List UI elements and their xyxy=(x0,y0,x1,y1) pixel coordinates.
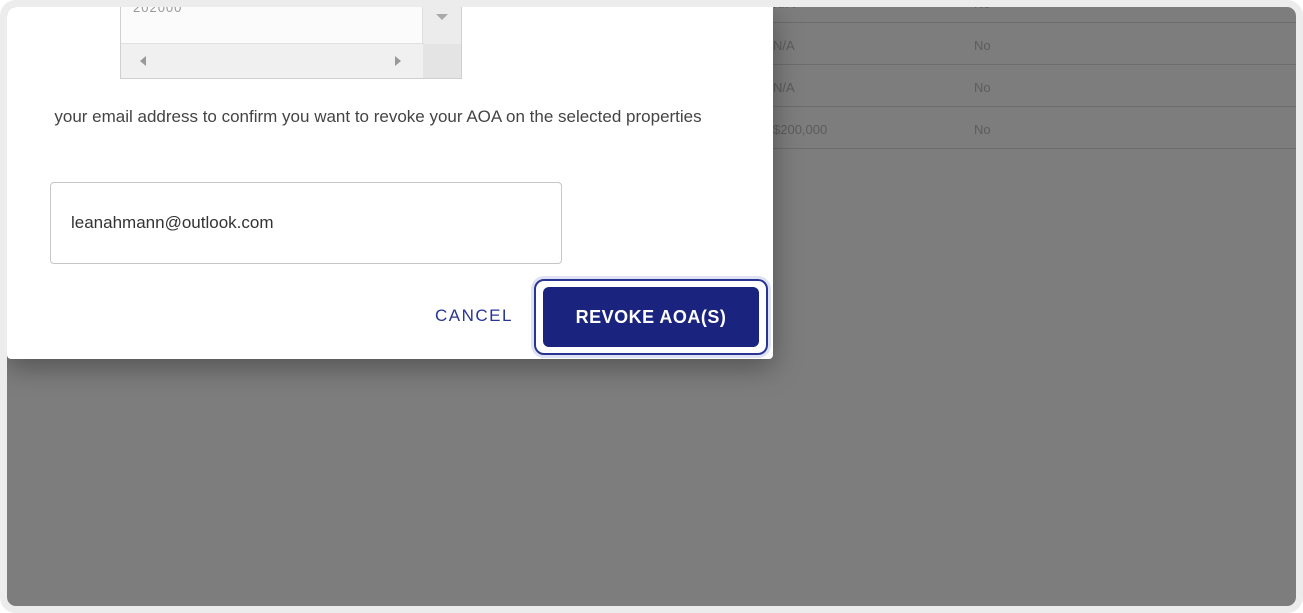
table-cell-amount: N/A xyxy=(773,80,795,95)
revoke-aoa-dialog: 202000 your email address to confirm you… xyxy=(7,7,773,359)
property-listbox[interactable]: 202000 xyxy=(120,7,462,79)
screen-frame: N/A No N/A No N/A No $200,000 No 202000 xyxy=(0,0,1303,613)
table-row: $200,000 No xyxy=(773,107,1296,149)
horizontal-scrollbar[interactable] xyxy=(121,43,424,78)
table-row: N/A No xyxy=(773,0,1296,23)
cancel-button[interactable]: CANCEL xyxy=(419,295,529,337)
table-cell-amount: N/A xyxy=(773,0,795,11)
table-cell-flag: No xyxy=(974,80,991,95)
confirm-instruction: your email address to confirm you want t… xyxy=(54,107,702,126)
scrollbar-corner xyxy=(423,44,461,78)
table-cell-amount: $200,000 xyxy=(773,122,828,137)
table-cell-flag: No xyxy=(974,0,991,11)
table-cell-flag: No xyxy=(974,122,991,137)
chevron-down-icon[interactable] xyxy=(436,14,448,20)
revoke-aoa-button[interactable]: REVOKE AOA(S) xyxy=(543,287,759,347)
email-field[interactable] xyxy=(50,182,562,264)
table-cell-flag: No xyxy=(974,38,991,53)
chevron-right-icon[interactable] xyxy=(395,56,401,66)
listbox-item[interactable]: 202000 xyxy=(133,7,182,15)
table-row: N/A No xyxy=(773,23,1296,65)
table-cell-amount: N/A xyxy=(773,38,795,53)
table-row: N/A No xyxy=(773,65,1296,107)
chevron-left-icon[interactable] xyxy=(140,56,146,66)
